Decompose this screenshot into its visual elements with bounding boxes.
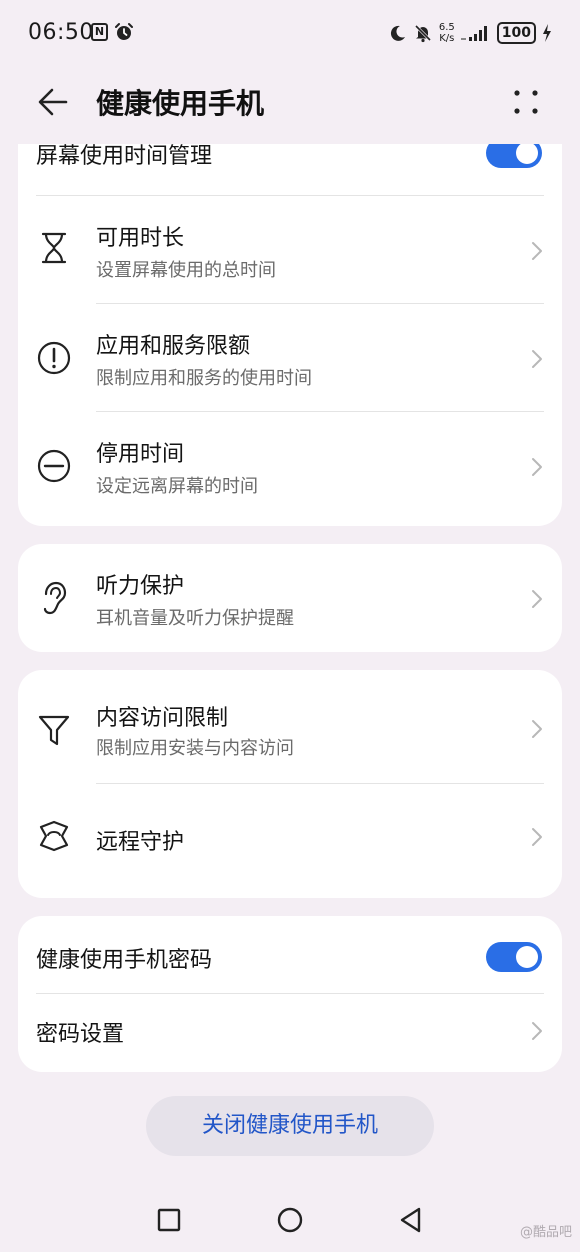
list-item-subtitle: 限制应用和服务的使用时间	[96, 368, 312, 389]
filter-icon	[38, 715, 70, 746]
page-title: 健康使用手机	[96, 87, 265, 120]
hearing-card: 听力保护 耳机音量及听力保护提醒	[18, 544, 562, 652]
chevron-right-icon	[532, 720, 542, 738]
nfc-icon: N	[91, 23, 108, 41]
list-item-title: 停用时间	[96, 442, 185, 467]
password-toggle-label: 健康使用手机密码	[36, 948, 213, 973]
list-item-content-restrictions[interactable]: 内容访问限制 限制应用安装与内容访问	[18, 670, 562, 784]
screen-time-toggle[interactable]	[486, 144, 542, 168]
password-card: 健康使用手机密码 密码设置	[18, 916, 562, 1072]
minus-circle-icon	[37, 449, 71, 483]
charging-icon	[543, 24, 551, 42]
password-settings-row[interactable]: 密码设置	[18, 994, 562, 1072]
system-nav-bar: @酷品吧	[0, 1190, 580, 1252]
alarm-icon	[115, 23, 133, 40]
more-dots-icon[interactable]	[508, 86, 544, 118]
net-speed-value: 6.5	[438, 22, 455, 33]
list-item-subtitle: 限制应用安装与内容访问	[96, 738, 294, 759]
app-header: 健康使用手机	[0, 66, 580, 142]
hourglass-icon	[41, 232, 67, 264]
chevron-right-icon	[532, 1022, 542, 1040]
list-item-subtitle: 设置屏幕使用的总时间	[96, 260, 276, 281]
net-speed-unit: K/s	[439, 33, 455, 44]
chevron-right-icon	[532, 350, 542, 368]
arrow-left-icon[interactable]	[34, 84, 74, 120]
screen-time-toggle-row[interactable]: 屏幕使用时间管理	[18, 144, 562, 196]
chevron-right-icon	[532, 458, 542, 476]
list-item-downtime[interactable]: 停用时间 设定远离屏幕的时间	[18, 412, 562, 520]
list-item-title: 可用时长	[96, 226, 185, 251]
list-item-hearing-protection[interactable]: 听力保护 耳机音量及听力保护提醒	[18, 544, 562, 652]
recent-apps-icon[interactable]	[153, 1204, 185, 1236]
screen-time-toggle-label: 屏幕使用时间管理	[36, 144, 213, 169]
moon-icon	[390, 25, 405, 41]
chevron-right-icon	[532, 590, 542, 608]
alert-circle-icon	[37, 341, 71, 375]
mute-bell-icon	[414, 24, 431, 43]
list-item-subtitle: 耳机音量及听力保护提醒	[96, 608, 294, 629]
remote-guard-icon	[39, 820, 69, 852]
home-icon[interactable]	[274, 1204, 306, 1236]
list-item-title: 远程守护	[96, 830, 185, 855]
battery-icon: 100	[496, 22, 536, 44]
ear-icon	[43, 581, 67, 615]
net-speed: 6.5 K/s	[439, 22, 455, 44]
list-item-title: 内容访问限制	[96, 706, 229, 731]
password-settings-label: 密码设置	[36, 1022, 125, 1047]
status-icons: 6.5 K/s 100	[389, 18, 552, 48]
list-item-remote-guard[interactable]: 远程守护	[18, 784, 562, 892]
watermark: @酷品吧	[519, 1225, 572, 1240]
screen-time-card: 屏幕使用时间管理 可用时长 设置屏幕使用的总时间 应用和服务限额 限制应用和服务…	[18, 144, 562, 526]
content-card: 内容访问限制 限制应用安装与内容访问 远程守护	[18, 670, 562, 898]
password-toggle-row[interactable]: 健康使用手机密码	[18, 916, 562, 994]
status-bar: 06:50 N 6.5 K/s 100	[0, 0, 580, 66]
password-toggle[interactable]	[486, 942, 542, 972]
list-item-title: 应用和服务限额	[96, 334, 251, 359]
chevron-right-icon	[532, 828, 542, 846]
back-icon[interactable]	[395, 1204, 427, 1236]
list-item-title: 听力保护	[96, 574, 185, 599]
status-time: 06:50	[28, 20, 94, 45]
signal-icon	[460, 26, 487, 41]
list-item-app-limits[interactable]: 应用和服务限额 限制应用和服务的使用时间	[18, 304, 562, 412]
list-item-subtitle: 设定远离屏幕的时间	[96, 476, 258, 497]
list-item-available-time[interactable]: 可用时长 设置屏幕使用的总时间	[18, 196, 562, 304]
chevron-right-icon	[532, 242, 542, 260]
close-healthy-usage-button[interactable]: 关闭健康使用手机	[146, 1096, 434, 1156]
